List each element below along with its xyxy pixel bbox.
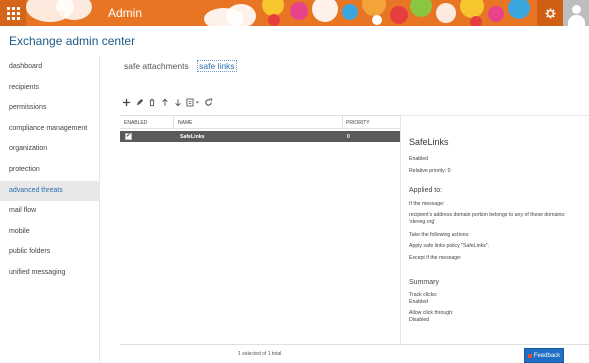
- feedback-icon: [527, 353, 532, 358]
- details-title: SafeLinks: [409, 137, 449, 147]
- details-if-message: If the message:: [409, 201, 445, 207]
- app-launcher-icon[interactable]: [0, 0, 26, 26]
- nav-item-permissions[interactable]: permissions: [0, 98, 99, 119]
- selection-status: 1 selected of 1 total: [238, 351, 282, 357]
- nav-item-mobile[interactable]: mobile: [0, 222, 99, 243]
- details-pane: SafeLinks Enabled Relative priority: 0 A…: [400, 115, 589, 345]
- enabled-checkbox[interactable]: ✓: [125, 133, 132, 140]
- details-priority: Relative priority: 0: [409, 168, 451, 174]
- details-track-value: Enabled: [409, 299, 429, 305]
- nav-item-dashboard[interactable]: dashboard: [0, 57, 99, 78]
- nav-item-organization[interactable]: organization: [0, 139, 99, 160]
- table-row[interactable]: ✓ SafeLinks 0: [120, 131, 400, 142]
- list-header: ENABLED NAME PRIORITY: [120, 116, 400, 129]
- details-actions-label: Take the following actions:: [409, 232, 470, 238]
- nav-item-recipients[interactable]: recipients: [0, 78, 99, 99]
- nav-item-protection[interactable]: protection: [0, 160, 99, 181]
- gear-icon: [544, 7, 556, 19]
- footer-divider: [120, 344, 589, 345]
- left-nav: dashboard recipients permissions complia…: [0, 57, 100, 363]
- details-track-label: Track clicks:: [409, 292, 438, 298]
- row-priority: 0: [347, 134, 350, 140]
- feedback-label: Feedback: [533, 352, 561, 359]
- refresh-icon[interactable]: [202, 97, 214, 108]
- feedback-button[interactable]: Feedback: [524, 348, 564, 363]
- row-name: SafeLinks: [180, 134, 205, 140]
- nav-item-public-folders[interactable]: public folders: [0, 242, 99, 263]
- user-avatar-icon[interactable]: [563, 0, 589, 26]
- details-action: Apply safe links policy "SafeLinks".: [409, 243, 490, 249]
- app-title[interactable]: Admin: [108, 6, 142, 20]
- office-brand[interactable]: Office: [33, 6, 64, 20]
- details-applied-heading: Applied to:: [409, 187, 443, 194]
- tab-safe-links[interactable]: safe links: [197, 60, 237, 72]
- tab-safe-attachments[interactable]: safe attachments: [124, 61, 189, 71]
- details-condition: recipient's address domain portion belon…: [409, 212, 566, 225]
- details-summary-heading: Summary: [409, 279, 439, 286]
- move-up-icon[interactable]: [159, 97, 171, 108]
- nav-item-advanced-threats[interactable]: advanced threats: [0, 180, 99, 202]
- settings-button[interactable]: [537, 0, 563, 26]
- move-down-icon[interactable]: [172, 97, 184, 108]
- delete-icon[interactable]: [146, 97, 158, 108]
- theme-flowers: [250, 0, 550, 26]
- details-status: Enabled: [409, 156, 429, 162]
- export-icon[interactable]: [185, 97, 201, 108]
- rules-list: ENABLED NAME PRIORITY ✓ SafeLinks 0: [120, 115, 400, 345]
- page-title: Exchange admin center: [9, 34, 136, 48]
- edit-icon[interactable]: [133, 97, 145, 108]
- details-allow-label: Allow click through:: [409, 310, 454, 316]
- nav-item-unified-messaging[interactable]: unified messaging: [0, 263, 99, 284]
- top-bar: Office Admin: [0, 0, 589, 26]
- tab-bar: safe attachments safe links: [124, 60, 243, 72]
- toolbar: [120, 97, 215, 108]
- details-allow-value: Disabled: [409, 317, 430, 323]
- nav-item-compliance-management[interactable]: compliance management: [0, 119, 99, 140]
- details-except: Except if the message:: [409, 255, 462, 261]
- add-icon[interactable]: [120, 97, 132, 108]
- nav-item-mail-flow[interactable]: mail flow: [0, 201, 99, 222]
- column-header-priority[interactable]: PRIORITY: [346, 120, 370, 126]
- column-header-name[interactable]: NAME: [178, 120, 192, 126]
- column-header-enabled[interactable]: ENABLED: [124, 120, 147, 126]
